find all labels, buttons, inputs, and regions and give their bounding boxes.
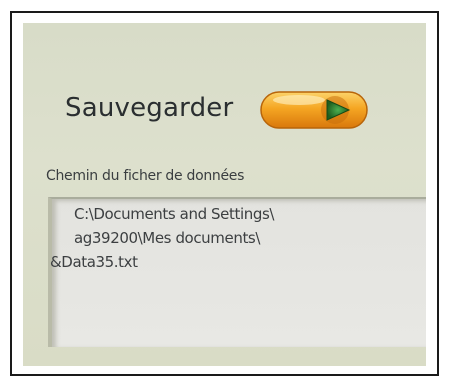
save-button[interactable] [259,89,369,131]
data-path-field[interactable]: C:\Documents and Settings\ ag39200\Mes d… [48,197,426,347]
data-path-line-3: &Data35.txt [50,253,138,271]
data-path-label: Chemin du ficher de données [46,168,245,184]
save-label: Sauvegarder [65,93,234,123]
data-path-line-2: ag39200\Mes documents\ [74,229,260,247]
save-panel: Sauvegarder Chemin du ficher de données [23,23,426,366]
data-path-line-1: C:\Documents and Settings\ [74,205,275,223]
play-icon [260,91,368,129]
